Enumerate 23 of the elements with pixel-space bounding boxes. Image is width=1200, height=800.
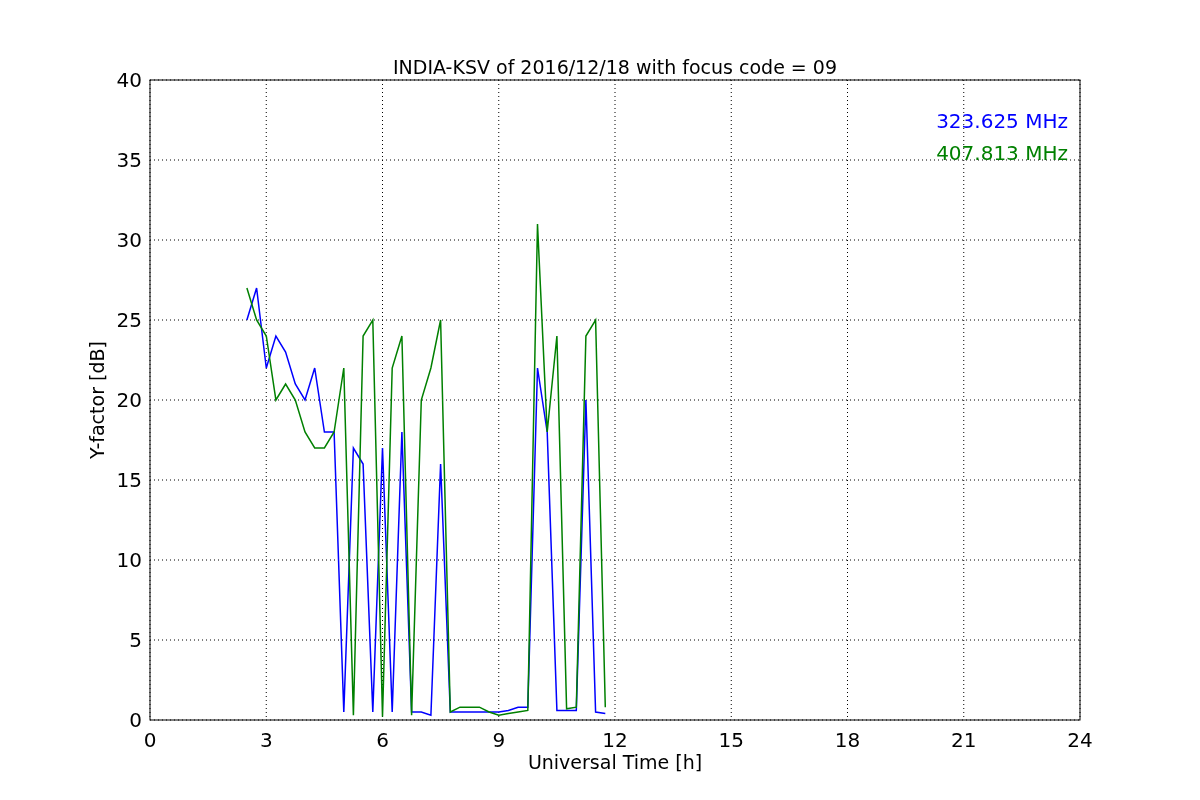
x-tick-label: 3	[259, 728, 273, 752]
y-axis-label: Y-factor [dB]	[86, 341, 108, 459]
x-tick-label: 15	[718, 728, 744, 752]
y-tick-label: 25	[116, 308, 142, 332]
x-tick-label: 9	[492, 728, 506, 752]
y-tick-label: 0	[129, 708, 142, 732]
x-tick-label: 24	[1067, 728, 1093, 752]
y-tick-label: 10	[116, 548, 142, 572]
y-tick-label: 20	[116, 388, 142, 412]
chart-title: INDIA-KSV of 2016/12/18 with focus code = 09	[393, 56, 837, 78]
legend-label: 323.625 MHz	[936, 109, 1068, 133]
x-tick-label: 21	[951, 728, 977, 752]
y-tick-label: 5	[129, 628, 142, 652]
x-tick-label: 18	[834, 728, 861, 752]
legend-label: 407.813 MHz	[936, 141, 1068, 165]
y-tick-label: 15	[116, 468, 142, 492]
y-tick-label: 40	[116, 68, 142, 92]
x-axis-label: Universal Time [h]	[527, 751, 703, 773]
y-tick-label: 35	[116, 148, 142, 172]
x-tick-label: 0	[143, 728, 157, 752]
x-tick-label: 6	[376, 728, 389, 752]
y-tick-label: 30	[116, 228, 142, 252]
x-tick-label: 12	[602, 728, 628, 752]
